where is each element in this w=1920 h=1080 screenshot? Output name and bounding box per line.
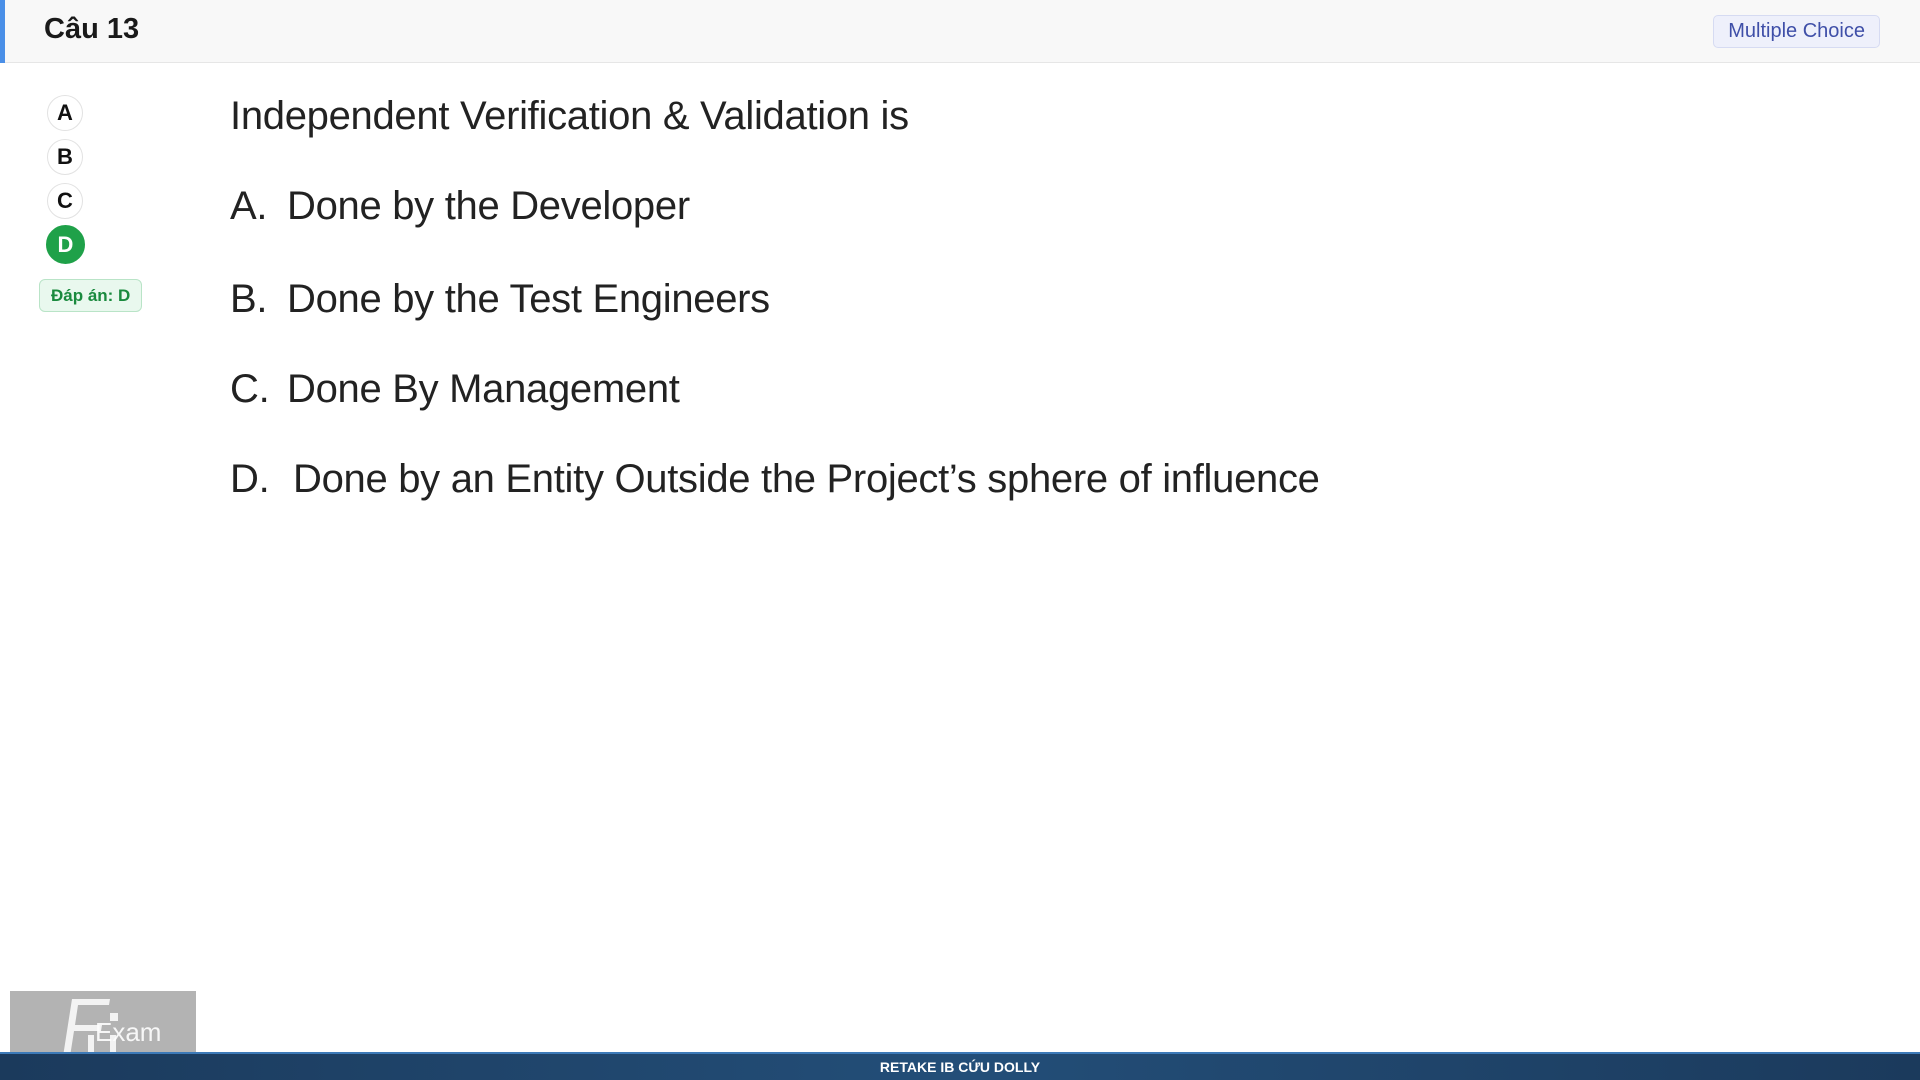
option-d-button-selected[interactable]: D [46,225,85,264]
choice-d: D. Done by an Entity Outside the Project’… [230,457,1320,502]
question-text: Independent Verification & Validation is [230,94,909,138]
option-c-button[interactable]: C [47,183,83,219]
choice-c-letter: C. [230,367,270,411]
choice-a-letter: A. [230,184,268,228]
footer-text: RETAKE IB CỨU DOLLY [879,1059,1041,1075]
logo-text: Exam [95,1017,162,1047]
option-a-button[interactable]: A [47,95,83,131]
choice-c-text: Done By Management [287,367,680,411]
choice-b: B. Done by the Test Engineers [230,277,770,322]
choice-a-text: Done by the Developer [287,184,690,228]
choice-c: C. Done By Management [230,367,680,412]
answer-option-panel: A B C D Đáp án: D [0,63,200,963]
choice-b-text: Done by the Test Engineers [287,277,770,321]
page: Câu 13 Multiple Choice A B C D Đáp án: D… [0,0,1920,1080]
correct-answer-badge: Đáp án: D [39,279,143,312]
option-b-button[interactable]: B [47,139,83,175]
header-accent-bar [0,0,5,63]
footer-bar: RETAKE IB CỨU DOLLY [0,1052,1920,1080]
choice-b-letter: B. [230,277,268,321]
question-title: Câu 13 [44,13,140,45]
question-header: Câu 13 Multiple Choice [0,0,1920,63]
question-type-badge: Multiple Choice [1713,15,1880,48]
choice-d-text: Done by an Entity Outside the Project’s … [293,457,1320,501]
choice-d-letter: D. [230,457,270,501]
choice-a: A. Done by the Developer [230,184,690,229]
